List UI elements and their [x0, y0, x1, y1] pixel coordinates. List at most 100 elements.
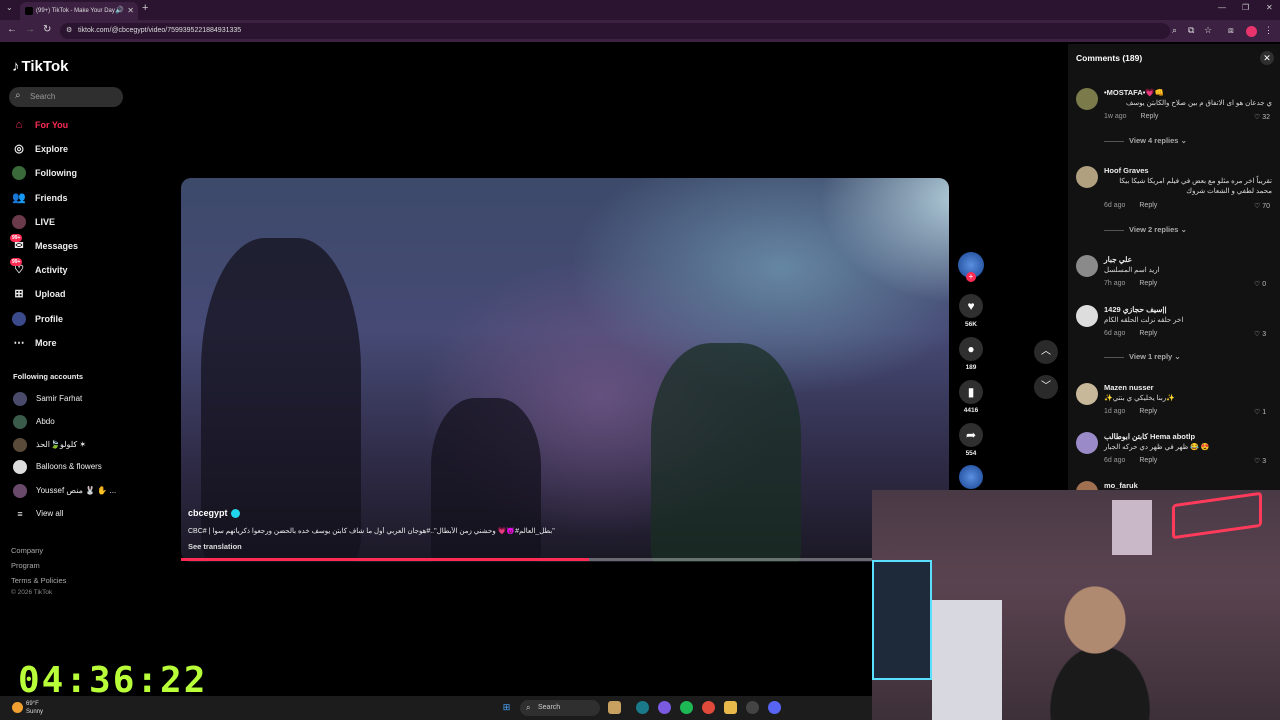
nav-messages[interactable]: ✉ 99+ Messages: [10, 234, 78, 255]
comment-like-button[interactable]: ♡ 0: [1254, 280, 1266, 288]
comment-like-button[interactable]: ♡ 1: [1254, 408, 1266, 416]
back-icon[interactable]: ←: [7, 24, 17, 35]
obs-icon[interactable]: [746, 701, 759, 714]
spotify-icon[interactable]: [680, 701, 693, 714]
comment-like-button[interactable]: ♡ 70: [1254, 202, 1270, 210]
edge-icon[interactable]: [636, 701, 649, 714]
avatar[interactable]: [1076, 481, 1098, 490]
forward-icon[interactable]: →: [25, 24, 35, 35]
tiktok-logo[interactable]: ♪ TikTok: [12, 58, 68, 75]
follow-plus-icon[interactable]: +: [966, 272, 976, 282]
reload-icon[interactable]: ↻: [43, 24, 51, 35]
following-account-item[interactable]: كلولو🍃الحذ ✶: [13, 437, 86, 453]
comment-author[interactable]: علي جبار: [1104, 255, 1132, 264]
view-replies-button[interactable]: View 2 replies ⌄: [1104, 225, 1187, 234]
comment-author[interactable]: Hoof Graves: [1104, 166, 1149, 175]
copilot-icon[interactable]: [658, 701, 671, 714]
creator-avatar-button[interactable]: +: [958, 252, 984, 282]
browser-tab[interactable]: (99+) TikTok - Make Your Day 🔊 ✕: [20, 2, 138, 20]
video-progress-bar[interactable]: [181, 558, 873, 561]
chevron-down-icon: ﹀: [1041, 381, 1051, 392]
footer-link-company[interactable]: Company: [11, 546, 43, 555]
close-comments-button[interactable]: ✕: [1260, 51, 1274, 65]
sound-disc-button[interactable]: [958, 465, 984, 489]
close-tab-icon[interactable]: ✕: [127, 2, 134, 20]
nav-more[interactable]: ⋯ More: [12, 334, 57, 352]
browser-menu-icon[interactable]: ⋮: [1264, 25, 1273, 36]
file-explorer-icon[interactable]: [724, 701, 737, 714]
reply-button[interactable]: Reply: [1139, 280, 1157, 287]
url-field[interactable]: ⚙ tiktok.com/@cbcegypt/video/75993952218…: [60, 23, 1170, 39]
nav-for-you[interactable]: ⌂ For You: [12, 116, 69, 134]
tab-list-icon[interactable]: ⌄: [6, 3, 13, 12]
see-translation-button[interactable]: See translation: [188, 542, 242, 551]
discord-icon[interactable]: [768, 701, 781, 714]
previous-video-button[interactable]: ︿: [1034, 340, 1058, 364]
video-player[interactable]: [181, 178, 949, 562]
live-icon: [12, 215, 26, 229]
share-button[interactable]: ➦ 554: [958, 423, 984, 457]
speaker-icon[interactable]: 🔊: [115, 2, 124, 20]
following-account-item[interactable]: Youssef منص 🐰 ✋ ...: [13, 483, 116, 499]
following-account-item[interactable]: Abdo: [13, 414, 55, 430]
minimize-icon[interactable]: —: [1218, 3, 1226, 12]
comments-title: Comments (189): [1076, 53, 1142, 63]
zoom-icon[interactable]: ⌕: [1172, 25, 1177, 36]
browser-address-bar: ← → ↻ ⚙ tiktok.com/@cbcegypt/video/75993…: [0, 20, 1280, 42]
nav-activity[interactable]: ♡ 99+ Activity: [10, 258, 68, 279]
new-tab-icon[interactable]: +: [142, 2, 148, 14]
comment-text: ✨ربنا يخليكي ي بنتي✨: [1104, 395, 1175, 402]
weather-widget[interactable]: 69°F Sunny: [12, 700, 43, 716]
site-info-icon[interactable]: ⚙: [66, 23, 72, 39]
nav-live[interactable]: LIVE: [12, 213, 55, 231]
comment-button[interactable]: ● 189: [958, 337, 984, 371]
search-input[interactable]: ⌕ Search: [9, 87, 123, 107]
taskbar-search[interactable]: ⌕ Search: [520, 700, 600, 716]
view-all-link[interactable]: ≡ View all: [13, 506, 63, 522]
extensions-icon[interactable]: ⧈: [1228, 25, 1234, 36]
comment-author[interactable]: سيف حجازي 1429||: [1104, 305, 1167, 314]
reply-button[interactable]: Reply: [1139, 457, 1157, 464]
following-account-item[interactable]: Samir Farhat: [13, 391, 82, 407]
nav-upload[interactable]: ⊞ Upload: [12, 285, 65, 303]
window-close-icon[interactable]: ✕: [1266, 3, 1273, 12]
comment-like-button[interactable]: ♡ 3: [1254, 457, 1266, 465]
creator-username[interactable]: cbcegypt: [188, 508, 240, 519]
maximize-icon[interactable]: ❐: [1242, 3, 1249, 12]
browser-profile-avatar[interactable]: [1246, 26, 1257, 37]
like-button[interactable]: ♥ 56K: [958, 294, 984, 328]
windows-start-icon[interactable]: ⊞: [500, 701, 513, 714]
comment-like-button[interactable]: ♡ 32: [1254, 113, 1270, 121]
comment-author[interactable]: mo_faruk: [1104, 481, 1138, 490]
following-account-item[interactable]: Balloons & flowers: [13, 459, 102, 475]
bookmark-star-icon[interactable]: ☆: [1204, 25, 1212, 36]
avatar[interactable]: [1076, 255, 1098, 277]
comment-author[interactable]: •MOSTAFA•💗👊: [1104, 88, 1164, 97]
view-replies-button[interactable]: View 1 reply ⌄: [1104, 352, 1181, 361]
reply-button[interactable]: Reply: [1139, 202, 1157, 209]
nav-explore[interactable]: ◎ Explore: [12, 140, 68, 158]
next-video-button[interactable]: ﹀: [1034, 375, 1058, 399]
account-name: Balloons & flowers: [36, 462, 102, 471]
comment-author[interactable]: كابتن ابوطالب Hema abotlp: [1104, 432, 1195, 441]
footer-link-program[interactable]: Program: [11, 561, 40, 570]
install-icon[interactable]: ⧉: [1188, 25, 1194, 36]
avatar[interactable]: [1076, 305, 1098, 327]
avatar[interactable]: [1076, 88, 1098, 110]
footer-link-terms[interactable]: Terms & Policies: [11, 576, 66, 585]
nav-profile[interactable]: Profile: [12, 310, 63, 328]
view-replies-button[interactable]: View 4 replies ⌄: [1104, 136, 1187, 145]
nav-friends[interactable]: 👥 Friends: [12, 189, 67, 207]
comment-author[interactable]: Mazen nusser: [1104, 383, 1154, 392]
save-button[interactable]: ▮ 4416: [958, 380, 984, 414]
reply-button[interactable]: Reply: [1141, 113, 1159, 120]
reply-button[interactable]: Reply: [1139, 408, 1157, 415]
nav-following[interactable]: Following: [12, 164, 77, 182]
avatar[interactable]: [1076, 432, 1098, 454]
widgets-icon[interactable]: [608, 701, 621, 714]
reply-button[interactable]: Reply: [1139, 330, 1157, 337]
chrome-icon[interactable]: [702, 701, 715, 714]
comment-like-button[interactable]: ♡ 3: [1254, 330, 1266, 338]
avatar[interactable]: [1076, 383, 1098, 405]
avatar[interactable]: [1076, 166, 1098, 188]
